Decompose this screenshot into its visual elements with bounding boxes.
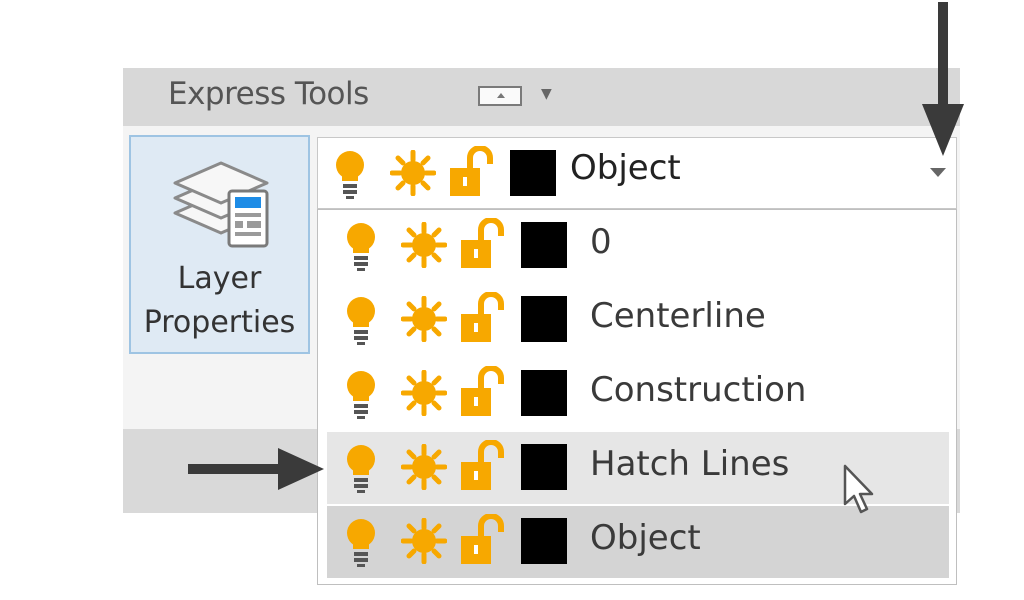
chevron-down-icon[interactable]: ▼ bbox=[541, 86, 552, 102]
lightbulb-on-icon[interactable] bbox=[341, 294, 381, 348]
layer-label-line-1: Layer bbox=[177, 261, 262, 296]
layer-item-object[interactable]: Object bbox=[327, 506, 949, 578]
sun-thaw-icon[interactable] bbox=[401, 518, 447, 564]
minimize-panel-button[interactable] bbox=[478, 86, 522, 106]
layer-dropdown-list: 0 Centerline Construction Hatch Lines Ob… bbox=[317, 209, 957, 585]
color-swatch[interactable] bbox=[521, 370, 567, 416]
color-swatch[interactable] bbox=[521, 444, 567, 490]
unlock-icon[interactable] bbox=[459, 514, 505, 566]
layer-item-name: Object bbox=[590, 518, 701, 558]
color-swatch[interactable] bbox=[521, 296, 567, 342]
unlock-icon[interactable] bbox=[459, 218, 505, 270]
sun-thaw-icon[interactable] bbox=[401, 444, 447, 490]
layer-item-centerline[interactable]: Centerline bbox=[327, 284, 949, 356]
sun-thaw-icon[interactable] bbox=[390, 150, 436, 196]
lightbulb-on-icon[interactable] bbox=[341, 516, 381, 570]
unlock-icon[interactable] bbox=[448, 146, 494, 198]
layer-properties-label: Layer Properties bbox=[131, 257, 308, 345]
layer-combo-box[interactable]: Object bbox=[317, 137, 957, 209]
sun-thaw-icon[interactable] bbox=[401, 370, 447, 416]
color-swatch[interactable] bbox=[521, 518, 567, 564]
lightbulb-on-icon[interactable] bbox=[341, 442, 381, 496]
layer-item-name: Centerline bbox=[590, 296, 766, 336]
sun-thaw-icon[interactable] bbox=[401, 222, 447, 268]
layer-item-0[interactable]: 0 bbox=[327, 210, 949, 282]
lightbulb-on-icon[interactable] bbox=[341, 368, 381, 422]
color-swatch[interactable] bbox=[510, 150, 556, 196]
layer-properties-button[interactable]: Layer Properties bbox=[129, 135, 310, 354]
dropdown-arrow-icon[interactable] bbox=[930, 168, 946, 177]
color-swatch[interactable] bbox=[521, 222, 567, 268]
layer-item-construction[interactable]: Construction bbox=[327, 358, 949, 430]
layer-item-name: 0 bbox=[590, 222, 612, 262]
layer-item-name: Construction bbox=[590, 370, 807, 410]
unlock-icon[interactable] bbox=[459, 292, 505, 344]
tab-express-tools[interactable]: Express Tools bbox=[168, 76, 369, 112]
callout-arrow-down-icon bbox=[922, 2, 964, 156]
callout-arrow-right-icon bbox=[188, 448, 324, 490]
layer-item-name: Hatch Lines bbox=[590, 444, 790, 484]
current-layer-name: Object bbox=[570, 148, 681, 188]
layer-properties-icon bbox=[173, 161, 269, 248]
lightbulb-on-icon[interactable] bbox=[330, 148, 370, 202]
lightbulb-on-icon[interactable] bbox=[341, 220, 381, 274]
unlock-icon[interactable] bbox=[459, 440, 505, 492]
sun-thaw-icon[interactable] bbox=[401, 296, 447, 342]
mouse-cursor-icon bbox=[843, 464, 874, 514]
layer-label-line-2: Properties bbox=[143, 305, 296, 340]
unlock-icon[interactable] bbox=[459, 366, 505, 418]
